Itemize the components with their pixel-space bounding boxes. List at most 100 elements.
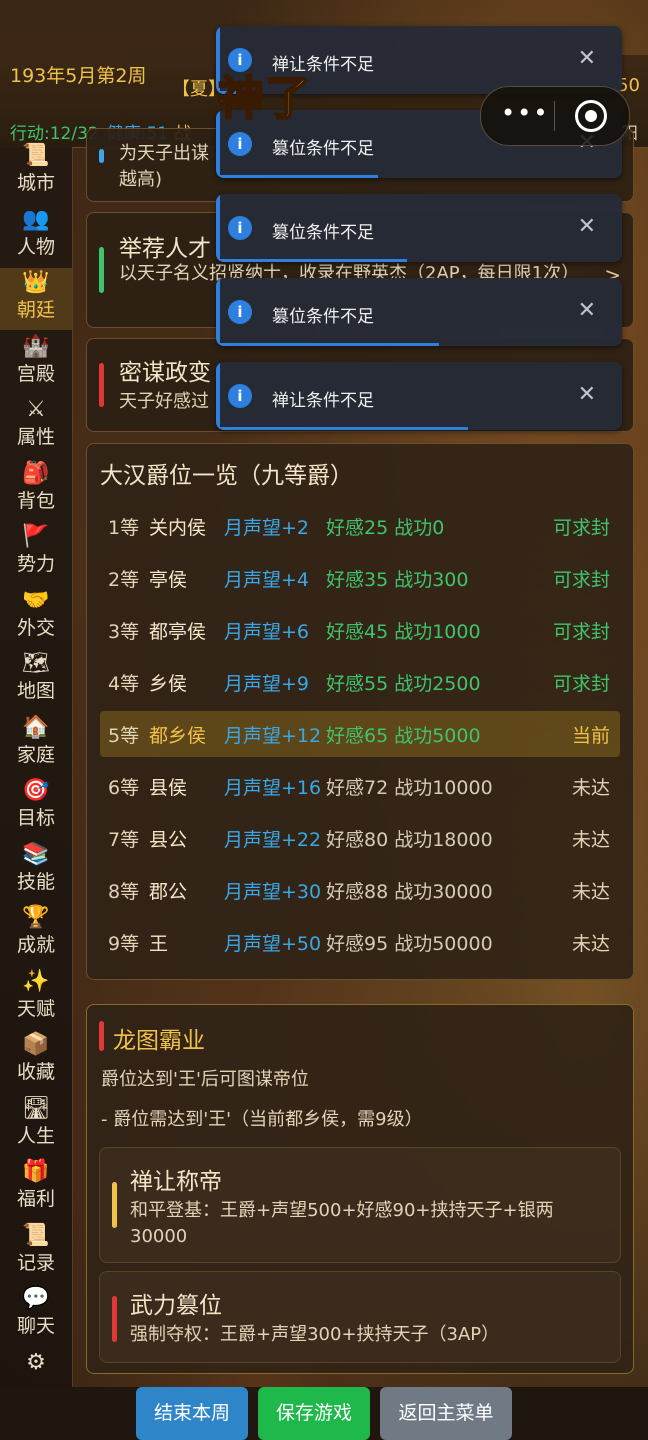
sidebar-item-label: 外交 (16, 616, 55, 639)
rank-reputation: 月声望+2 (224, 517, 310, 539)
rank-row: 9等王 月声望+50 好感95 战功50000 未达 (100, 919, 620, 965)
sidebar-icon: ⚔ (26, 397, 46, 422)
rank-status: 可求封 (552, 517, 610, 539)
sidebar-icon: 🏠 (22, 714, 50, 740)
sidebar-item-收藏[interactable]: 📦 收藏 (0, 1030, 72, 1092)
sidebar-item-聊天[interactable]: 💬 聊天 (0, 1284, 72, 1346)
sidebar-icon: 🛣 (22, 1095, 50, 1121)
option-title: 禅让称帝 (130, 1169, 222, 1195)
toast-accent (216, 362, 220, 430)
rank-name: 亭侯 (149, 569, 188, 591)
toast-progress (216, 427, 468, 430)
sidebar-icon: ✨ (22, 968, 50, 994)
sidebar-item-技能[interactable]: 📚 技能 (0, 840, 72, 902)
option-accent-bar (112, 1296, 117, 1342)
sidebar-item-label: 属性 (16, 426, 55, 448)
rank-level: 4等 (108, 673, 140, 695)
rank-status: 未达 (571, 881, 610, 903)
close-icon[interactable]: ✕ (578, 298, 596, 323)
card-accent-bar (99, 247, 104, 293)
sidebar-icon: 🚩 (22, 524, 50, 549)
rank-requirement: 好感35 战功300 (326, 569, 469, 591)
sidebar-item-属性[interactable]: ⚔ 属性 (0, 395, 72, 457)
sidebar-item-人生[interactable]: 🛣 人生 (0, 1094, 72, 1156)
save-game-button[interactable]: 保存游戏 (258, 1387, 370, 1440)
sidebar-item-成就[interactable]: 🏆 成就 (0, 903, 72, 965)
rank-row: 6等 县侯 月声望+16 好感72 战功10000 未达 (100, 763, 620, 809)
more-icon[interactable]: ••• (501, 99, 549, 127)
rank-reputation: 月声望+16 (224, 777, 322, 799)
sidebar-item-label: 城市 (16, 172, 55, 194)
toast-message: 篡位条件不足 (272, 307, 374, 327)
sidebar-item-背包[interactable]: 🎒 背包 (0, 459, 72, 521)
rank-reputation: 月声望+22 (224, 829, 322, 851)
rank-row[interactable]: 4等 乡侯 月声望+9 好感55 战功2500 可求封 (100, 659, 620, 705)
sidebar-nav: 📜 城市 👥 人物 👑 朝廷 🏰 宫殿 ⚔ 属性 🎒 背包 🚩 势力 🤝 外交 🗺 地图 🏠 家庭 🎯 目标 📚 技能 🏆 成就 ✨… (0, 143, 73, 1387)
sidebar-item-天赋[interactable]: ✨ 天赋 (0, 967, 72, 1029)
sidebar-item-外交[interactable]: 🤝 外交 (0, 586, 72, 648)
rank-reputation: 月声望+12 (224, 725, 322, 747)
abdication-option[interactable]: 禅让称帝 和平登基：王爵+声望500+好感90+挟持天子+银两30000 (99, 1147, 621, 1263)
rank-name: 乡侯 (149, 673, 188, 695)
rank-row[interactable]: 1等 关内侯 月声望+2 好感25 战功0 可求封 (100, 503, 620, 549)
sidebar-item-人物[interactable]: 👥 人物 (0, 205, 72, 267)
info-icon: i (228, 216, 252, 240)
rank-row[interactable]: 2等 亭侯 月声望+4 好感35 战功300 可求封 (100, 555, 620, 601)
rank-status: 未达 (571, 933, 610, 955)
sidebar-item-宫殿[interactable]: 🏰 宫殿 (0, 332, 72, 394)
sidebar-icon: 🎒 (22, 460, 50, 486)
hegemony-panel: 龙图霸业 爵位达到'王'后可图谋帝位 - 爵位需达到'王'（当前都乡侯，需9级）… (86, 1004, 634, 1374)
toast-progress (216, 175, 379, 178)
sidebar-item-label: 收藏 (16, 1061, 55, 1083)
rank-status: 当前 (571, 725, 610, 747)
overlay-brand-text: 神了 (217, 70, 312, 126)
info-icon: i (228, 300, 252, 324)
toast-message: 篡位条件不足 (272, 139, 374, 159)
rank-list-panel: 大汉爵位一览（九等爵） 1等 关内侯 月声望+2 好感25 战功0 可求封 2等 亭侯 月声望… (86, 443, 634, 980)
sidebar-icon: 🏰 (22, 333, 50, 359)
end-week-button[interactable]: 结束本周 (136, 1387, 248, 1440)
sidebar-item-城市[interactable]: 📜 城市 (0, 141, 72, 203)
sidebar-item-势力[interactable]: 🚩 势力 (0, 522, 72, 584)
rank-requirement: 好感95 战功50000 (326, 933, 493, 955)
sidebar-item-记录[interactable]: 📜 记录 (0, 1221, 72, 1283)
rank-row: 7等 县公 月声望+22 好感80 战功18000 未达 (100, 815, 620, 861)
sidebar-item-label: 家庭 (16, 743, 55, 766)
rank-level: 1等 (108, 517, 140, 539)
sidebar-item-福利[interactable]: 🎁 福利 (0, 1157, 72, 1219)
close-icon[interactable]: ✕ (578, 382, 596, 407)
rank-status: 可求封 (552, 673, 610, 695)
sidebar-item-label: 地图 (16, 680, 55, 702)
toast-notification: i 篡位条件不足 ✕ (216, 194, 622, 262)
rank-reputation: 月声望+4 (224, 569, 310, 591)
rank-requirement: 好感88 战功30000 (326, 881, 493, 903)
sidebar-item-label: 天赋 (16, 997, 55, 1020)
sidebar-item-家庭[interactable]: 🏠 家庭 (0, 713, 72, 775)
rank-reputation: 月声望+50 (224, 933, 322, 955)
close-icon[interactable]: ✕ (578, 46, 596, 71)
close-target-icon[interactable] (575, 100, 607, 132)
sidebar-icon: 🎁 (22, 1159, 50, 1184)
info-icon: i (228, 384, 252, 408)
sidebar-item-label: 记录 (16, 1251, 55, 1274)
toast-notification: i 篡位条件不足 ✕ (216, 278, 622, 346)
rank-name: 都亭侯 (149, 621, 207, 643)
sidebar-item-label: 技能 (16, 870, 55, 893)
action-title: 举荐人才 (119, 236, 211, 262)
toast-accent (216, 278, 220, 346)
sidebar-item-朝廷[interactable]: 👑 朝廷 (0, 268, 72, 330)
sidebar-item-目标[interactable]: 🎯 目标 (0, 776, 72, 838)
rank-row[interactable]: 3等 都亭侯 月声望+6 好感45 战功1000 可求封 (100, 607, 620, 653)
usurp-option[interactable]: 武力篡位 强制夺权：王爵+声望300+挟持天子（3AP） (99, 1271, 621, 1363)
close-icon[interactable]: ✕ (578, 214, 596, 239)
option-desc: 和平登基：王爵+声望500+好感90+挟持天子+银两30000 (130, 1200, 554, 1247)
sidebar-item-label: 人物 (16, 235, 55, 258)
bottom-bar: 结束本周 保存游戏 返回主菜单 (0, 1387, 648, 1440)
rank-level: 6等 (108, 777, 140, 799)
main-menu-button[interactable]: 返回主菜单 (380, 1387, 512, 1440)
sidebar-icon: 📦 (22, 1032, 50, 1057)
rank-requirement: 好感55 战功2500 (326, 673, 481, 695)
game-date: 193年5月第2周 (10, 65, 147, 87)
rank-list-title: 大汉爵位一览（九等爵） (100, 463, 353, 489)
sidebar-item-地图[interactable]: 🗺 地图 (0, 649, 72, 711)
